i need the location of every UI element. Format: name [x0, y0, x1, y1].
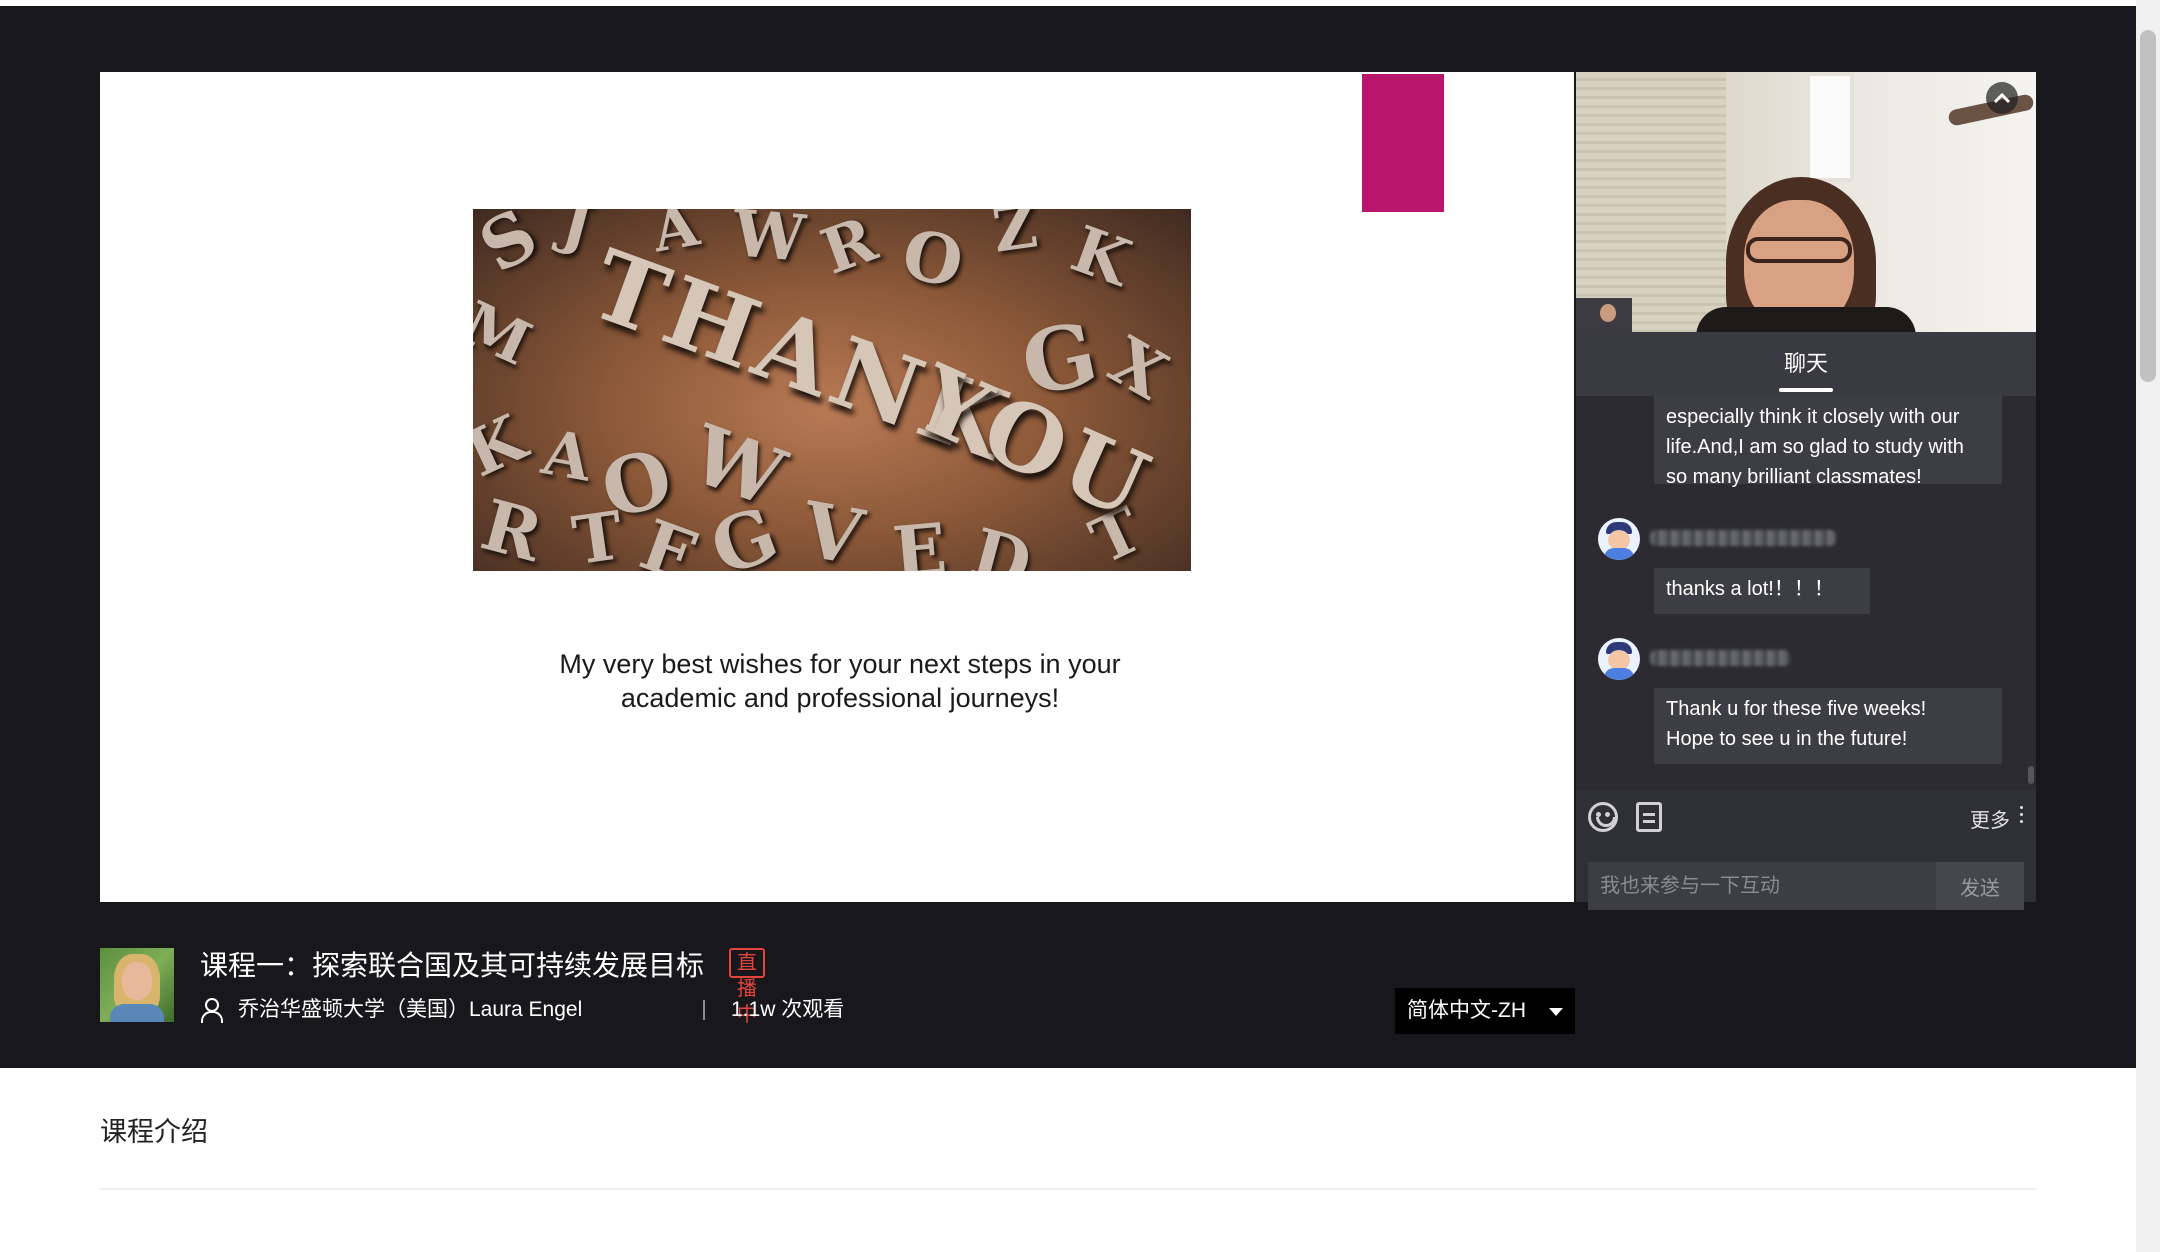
- blurred-username: [1650, 530, 1836, 546]
- notepad-icon[interactable]: [1636, 802, 1662, 832]
- meta-divider: [703, 1000, 705, 1020]
- tab-chat[interactable]: 聊天: [1576, 346, 2036, 378]
- course-title: 课程一：探索联合国及其可持续发展目标: [200, 950, 705, 981]
- instructor-name: 乔治华盛顿大学（美国）Laura Engel: [238, 998, 583, 1021]
- language-select[interactable]: 简体中文-ZH: [1395, 988, 1575, 1034]
- message-line: thanks a lot!！！！: [1666, 578, 1834, 600]
- chevron-up-icon: [1993, 92, 2011, 104]
- background-blinds: [1576, 72, 1726, 332]
- message-line: Thank u for these five weeks!: [1666, 698, 1927, 720]
- thank-you-image: S J A W R O Z K M G X K A O W R T F G V …: [473, 209, 1191, 571]
- slide-caption-line: My very best wishes for your next steps …: [559, 649, 1121, 679]
- chat-message-input[interactable]: [1588, 862, 1936, 910]
- view-count: 1.1w 次观看: [731, 998, 845, 1021]
- selected-language: 简体中文-ZH: [1407, 999, 1526, 1022]
- send-button[interactable]: 发送: [1936, 862, 2024, 910]
- divider: [100, 1188, 2036, 1190]
- chat-input-toolbar: 更多 发送: [1576, 790, 2036, 910]
- background-window: [1806, 72, 1854, 182]
- chat-panel: 聊天 especially think it closely with our …: [1576, 332, 2036, 910]
- speaker-shirt: [1696, 307, 1916, 332]
- user-icon: [200, 998, 223, 1023]
- message-line: so many brilliant classmates!: [1666, 466, 1922, 488]
- blurred-username: [1650, 650, 1790, 666]
- chat-message: Thank u for these five weeks! Hope to se…: [1654, 688, 2002, 764]
- slide-accent-bar: [1362, 74, 1444, 212]
- active-tab-indicator: [1779, 388, 1833, 392]
- message-line: especially think it closely with our: [1666, 406, 1960, 428]
- message-line: life.And,I am so glad to study with: [1666, 436, 1964, 458]
- speaker-glasses: [1746, 237, 1852, 263]
- chat-scrollbar[interactable]: [2028, 766, 2034, 784]
- chat-tab-bar: 聊天: [1576, 332, 2036, 396]
- speaker-video[interactable]: [1576, 72, 2036, 332]
- course-intro-heading: 课程介绍: [100, 1117, 208, 1147]
- chat-message: especially think it closely with our lif…: [1654, 396, 2002, 488]
- chat-message: thanks a lot!！！！: [1654, 568, 1870, 614]
- live-status-badge: 直播中: [729, 948, 765, 1026]
- instructor-avatar: [100, 948, 174, 1022]
- more-button[interactable]: 更多: [1970, 804, 2010, 833]
- emoji-icon[interactable]: [1588, 802, 1618, 832]
- more-dots-icon[interactable]: [2020, 806, 2024, 826]
- slide-caption: My very best wishes for your next steps …: [480, 647, 1200, 715]
- page-scrollbar-thumb[interactable]: [2140, 30, 2156, 382]
- slide-caption-line: academic and professional journeys!: [620, 683, 1060, 713]
- collapse-video-button[interactable]: [1986, 82, 2018, 114]
- participant-thumbnail[interactable]: [1576, 298, 1632, 332]
- message-line: Hope to see u in the future!: [1666, 728, 1908, 750]
- user-avatar[interactable]: [1598, 518, 1640, 560]
- presentation-slide: S J A W R O Z K M G X K A O W R T F G V …: [100, 72, 1574, 902]
- user-avatar[interactable]: [1598, 638, 1640, 680]
- caret-down-icon: [1549, 1008, 1563, 1016]
